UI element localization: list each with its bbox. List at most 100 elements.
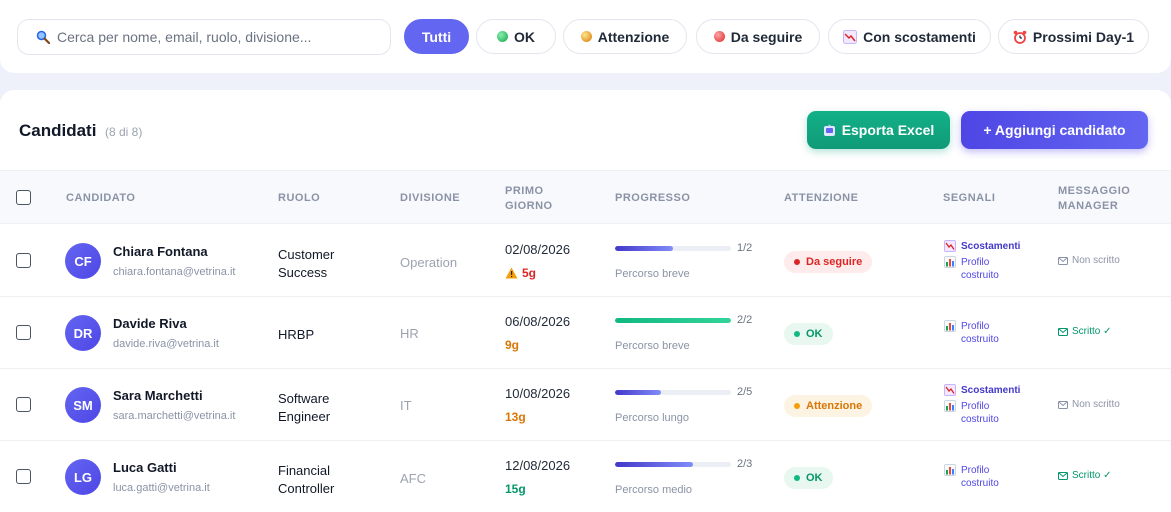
days-until-start: 9g [505,338,519,352]
avatar: SM [65,387,101,423]
days-value: 15g [505,482,526,496]
signal-scostamenti: Scostamenti [944,240,1020,253]
signal-profilo: Profilo costruito [944,464,1009,490]
candidate-division: Operation [400,255,458,270]
manager-message-status: Scritto ✓ [1058,470,1112,481]
add-candidate-label: + Aggiungi candidato [983,122,1126,138]
signal-profilo: Profilo costruito [944,256,1009,282]
candidates-card: Candidati (8 di 8) Esporta Excel + Aggiu… [0,90,1171,512]
progress-label: Percorso medio [615,484,693,496]
col-primo-giorno: PRIMO GIORNO [505,184,553,214]
progress-bar [615,390,731,395]
search-input[interactable] [57,29,377,45]
attention-label: Da seguire [806,256,863,268]
col-divisione: DIVISIONE [400,192,461,204]
envelope-icon [1058,471,1068,480]
chart-down-icon [944,384,956,396]
days-value: 9g [505,338,520,352]
candidate-name[interactable]: Davide Riva [113,316,187,331]
table-row[interactable]: DR Davide Riva davide.riva@vetrina.it HR… [0,297,1171,369]
candidate-name[interactable]: Luca Gatti [113,460,177,475]
candidate-email: sara.marchetti@vetrina.it [113,410,236,422]
signal-profilo: Profilo costruito [944,400,1009,426]
chart-down-icon [843,29,858,44]
candidate-count: (8 di 8) [105,125,143,139]
progress-count: 1/2 [737,242,753,254]
progress-label: Percorso breve [615,268,690,280]
select-all-checkbox[interactable] [16,190,31,205]
col-attenzione: ATTENZIONE [784,192,859,204]
col-messaggio-manager: MESSAGGIO MANAGER [1058,184,1130,214]
col-primo-giorno-line1: PRIMO [505,185,544,197]
row-checkbox[interactable] [16,469,31,484]
filter-bar: Tutti OK Attenzione Da seguire Con scost… [0,0,1171,73]
search-icon [36,30,50,44]
candidate-role: Financial Controller [278,463,335,496]
manager-message-status: Non scritto [1058,255,1120,266]
col-messaggio-line1: MESSAGGIO [1058,185,1131,197]
message-label: Non scritto [1072,399,1120,410]
table-row[interactable]: CF Chiara Fontana chiara.fontana@vetrina… [0,225,1171,297]
add-candidate-button[interactable]: + Aggiungi candidato [961,111,1148,149]
green-dot-icon [497,31,508,42]
candidate-email: luca.gatti@vetrina.it [113,482,210,494]
candidate-name[interactable]: Sara Marchetti [113,388,203,403]
message-label: Scritto ✓ [1072,326,1112,337]
message-label: Scritto ✓ [1072,470,1112,481]
chart-down-icon [944,240,956,252]
bar-chart-icon [944,320,956,332]
warning-icon [505,267,518,279]
export-excel-button[interactable]: Esporta Excel [807,111,950,149]
candidate-email: davide.riva@vetrina.it [113,338,219,350]
filter-attenzione-label: Attenzione [597,28,670,45]
col-primo-giorno-line2: GIORNO [505,200,553,212]
filter-all-label: Tutti [421,28,452,45]
bar-chart-icon [944,464,956,476]
table-header: CANDIDATO RUOLO DIVISIONE PRIMO GIORNO P… [0,170,1171,224]
filter-da-seguire[interactable]: Da seguire [696,19,820,54]
candidate-email: chiara.fontana@vetrina.it [113,266,236,278]
row-checkbox[interactable] [16,253,31,268]
signal-label: Scostamenti [961,385,1021,396]
progress-fill [615,246,673,251]
filter-ok[interactable]: OK [476,19,556,54]
progress-fill [615,462,693,467]
signal-label: Profilo costruito [961,321,999,345]
days-value: 13g [505,410,526,424]
envelope-icon [1058,400,1068,409]
filter-con-scostamenti[interactable]: Con scostamenti [828,19,991,54]
signal-label: Profilo costruito [961,401,999,425]
candidate-role: Customer Success [278,247,335,280]
candidate-division: IT [400,398,412,413]
candidate-role: Software Engineer [278,391,331,424]
row-checkbox[interactable] [16,397,31,412]
card-title: Candidati [19,121,97,140]
table-row[interactable]: SM Sara Marchetti sara.marchetti@vetrina… [0,369,1171,441]
days-until-start: 5g [505,266,536,280]
status-dot-icon [794,475,800,481]
days-until-start: 13g [505,410,526,424]
progress-count: 2/5 [737,386,753,398]
progress-count: 2/3 [737,458,753,470]
days-value: 5g [522,266,537,280]
filter-prossimi-day1[interactable]: Prossimi Day-1 [998,19,1149,54]
attention-label: OK [806,328,823,340]
days-until-start: 15g [505,482,526,496]
filter-da-seguire-label: Da seguire [730,28,803,45]
col-ruolo: RUOLO [278,192,321,204]
filter-all[interactable]: Tutti [404,19,469,54]
excel-export-icon [823,124,836,137]
manager-message-status: Non scritto [1058,399,1120,410]
candidate-name[interactable]: Chiara Fontana [113,244,208,259]
row-checkbox[interactable] [16,325,31,340]
avatar: CF [65,243,101,279]
progress-label: Percorso breve [615,340,690,352]
avatar: LG [65,459,101,495]
attention-label: Attenzione [806,400,863,412]
search-box[interactable] [17,19,391,55]
avatar: DR [65,315,101,351]
attention-badge: Attenzione [784,395,873,417]
signal-label: Scostamenti [961,241,1021,252]
filter-attenzione[interactable]: Attenzione [563,19,687,54]
table-row[interactable]: LG Luca Gatti luca.gatti@vetrina.it Fina… [0,441,1171,512]
